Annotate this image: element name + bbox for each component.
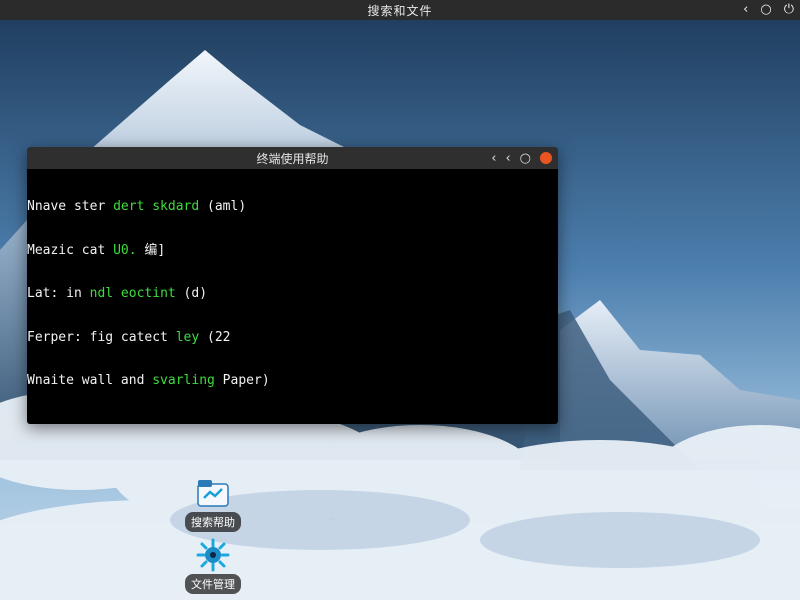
back-icon[interactable]: ‹: [743, 0, 748, 20]
line-text: Nnave ster: [27, 199, 114, 214]
line-text: (aml): [199, 199, 247, 214]
window-controls: ‹ ‹ ○: [491, 147, 552, 169]
line-text: 编]: [136, 242, 166, 258]
gear-icon: [196, 538, 230, 572]
power-icon[interactable]: ⏻: [784, 0, 794, 20]
desktop-icon-label: 文件管理: [185, 574, 241, 594]
desktop-icon-search-help[interactable]: 搜索帮助: [173, 476, 253, 532]
top-panel: 搜索和文件 ‹ ○ ⏻: [0, 0, 800, 20]
folder-icon: [196, 476, 230, 510]
back-icon[interactable]: ‹: [491, 151, 496, 166]
line-text: Lat: in: [27, 286, 90, 301]
line-text: Meazic cat: [27, 242, 114, 258]
terminal-output[interactable]: Nnave ster dert skdard (aml) Meazic cat …: [27, 169, 558, 418]
line-text: Ferper: fig catect: [27, 329, 176, 345]
terminal-line: Lat: in ndl eoctint (d): [27, 286, 558, 302]
line-text: Paper): [214, 373, 270, 388]
line-highlight: ley: [175, 329, 200, 345]
line-highlight: U0.: [113, 242, 137, 258]
top-panel-controls: ‹ ○ ⏻: [743, 0, 794, 20]
terminal-title: 终端使用帮助: [256, 151, 329, 166]
desktop-icon-label: 搜索帮助: [185, 512, 241, 532]
terminal-line: Wnaite wall and svarling Paper): [27, 373, 558, 389]
line-text: (22: [199, 329, 231, 345]
terminal-window[interactable]: 终端使用帮助 ‹ ‹ ○ Nnave ster dert skdard (aml…: [27, 147, 558, 424]
top-panel-title: 搜索和文件: [367, 3, 433, 18]
circle-icon[interactable]: ○: [520, 151, 531, 166]
line-text: (d): [175, 286, 208, 301]
line-highlight: svarling: [152, 373, 215, 388]
terminal-line: Ferper: fig catect ley (22: [27, 329, 558, 346]
back-icon[interactable]: ‹: [505, 151, 510, 166]
circle-icon[interactable]: ○: [760, 0, 771, 20]
desktop-icon-file-manager[interactable]: 文件管理: [173, 538, 253, 594]
line-highlight: dert skdard: [113, 199, 200, 214]
line-highlight: ndl eoctint: [89, 286, 176, 301]
terminal-line: Nnave ster dert skdard (aml): [27, 199, 558, 215]
line-text: Wnaite wall and: [27, 373, 153, 388]
terminal-line: Meazic cat U0. 编]: [27, 242, 558, 259]
terminal-titlebar[interactable]: 终端使用帮助 ‹ ‹ ○: [27, 147, 558, 169]
close-icon[interactable]: [540, 152, 552, 164]
